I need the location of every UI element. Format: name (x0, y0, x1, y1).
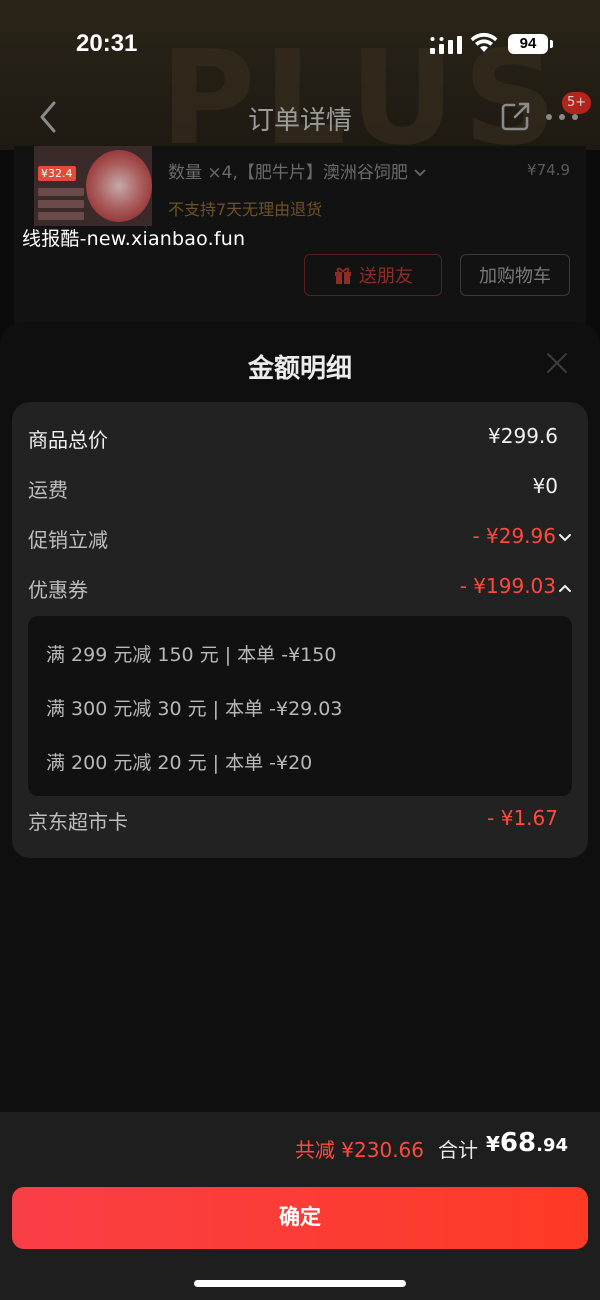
row-value: - ¥29.96 (472, 524, 556, 548)
watermark-text: 线报酷-new.xianbao.fun (22, 228, 246, 250)
row-value: ¥0 (532, 474, 558, 498)
close-icon[interactable] (546, 352, 568, 374)
status-time: 20:31 (76, 30, 138, 57)
coupon-item: 满 299 元减 150 元 | 本单 -¥150 (46, 644, 337, 666)
row-value: - ¥199.03 (459, 574, 556, 598)
row-goods-total: 商品总价 ¥299.6 (28, 418, 572, 458)
add-to-cart-button[interactable]: 加购物车 (460, 254, 570, 296)
row-value-with-chevron: - ¥29.96 (472, 524, 572, 548)
message-badge: 5+ (562, 92, 592, 114)
confirm-button[interactable]: 确定 (12, 1187, 588, 1249)
product-thumbnail[interactable]: ¥32.4 (34, 146, 152, 226)
row-promotion[interactable]: 促销立减 - ¥29.96 (28, 518, 572, 558)
gift-icon (335, 267, 351, 284)
total-currency: ¥ (486, 1132, 500, 1156)
row-label: 运费 (28, 478, 68, 502)
order-detail-background: PLUS 20:31 94 订单详情 5+ ¥32.4 数量 ×4,【肥牛片】澳… (0, 0, 600, 330)
chevron-up-icon (559, 584, 571, 592)
home-indicator[interactable] (194, 1280, 406, 1287)
row-label: 优惠券 (28, 578, 88, 602)
total-amount: ¥68.94 (486, 1128, 568, 1158)
product-description[interactable]: 数量 ×4,【肥牛片】澳洲谷饲肥 (168, 158, 438, 183)
row-label: 促销立减 (28, 528, 108, 552)
product-image (86, 150, 152, 222)
amount-detail-card: 商品总价 ¥299.6 运费 ¥0 促销立减 - ¥29.96 优惠券 - ¥1… (12, 402, 588, 858)
total-label: 合计 (438, 1138, 478, 1162)
return-policy-note: 不支持7天无理由退货 (168, 200, 323, 219)
coupon-item: 满 200 元减 20 元 | 本单 -¥20 (46, 752, 313, 774)
chevron-down-icon (414, 169, 426, 177)
thumb-labels (38, 188, 84, 224)
total-saving: 共减 ¥230.66 (294, 1138, 424, 1162)
coupon-list: 满 299 元减 150 元 | 本单 -¥150 满 300 元减 30 元 … (28, 616, 572, 796)
row-supermarket-card: 京东超市卡 - ¥1.67 (28, 800, 572, 840)
row-coupon[interactable]: 优惠券 - ¥199.03 (28, 568, 572, 608)
wifi-icon (470, 32, 498, 52)
product-price: ¥74.9 (527, 161, 570, 179)
row-label: 京东超市卡 (28, 810, 128, 834)
row-value: - ¥1.67 (487, 806, 558, 830)
checkout-footer: 共减 ¥230.66 合计 ¥68.94 确定 (0, 1112, 600, 1300)
sheet-title: 金额明细 (247, 354, 352, 384)
row-value-with-chevron: - ¥199.03 (460, 574, 572, 598)
status-bar: 20:31 94 (0, 0, 600, 90)
gift-button-label: 送朋友 (359, 266, 413, 287)
share-icon[interactable] (500, 100, 532, 132)
row-label: 商品总价 (28, 428, 108, 452)
nav-bar: 订单详情 5+ (0, 90, 600, 146)
gift-to-friend-button[interactable]: 送朋友 (304, 254, 442, 296)
total-decimal: .94 (536, 1135, 568, 1156)
row-value: ¥299.6 (488, 424, 558, 448)
chevron-down-icon (559, 533, 571, 541)
battery-indicator: 94 (508, 34, 553, 54)
total-integer: 68 (499, 1128, 537, 1158)
row-shipping: 运费 ¥0 (28, 468, 572, 508)
coupon-item: 满 300 元减 30 元 | 本单 -¥29.03 (46, 698, 343, 720)
product-description-text: 数量 ×4,【肥牛片】澳洲谷饲肥 (168, 163, 408, 183)
signal-icon (430, 36, 462, 54)
thumb-price-tag: ¥32.4 (38, 166, 76, 181)
